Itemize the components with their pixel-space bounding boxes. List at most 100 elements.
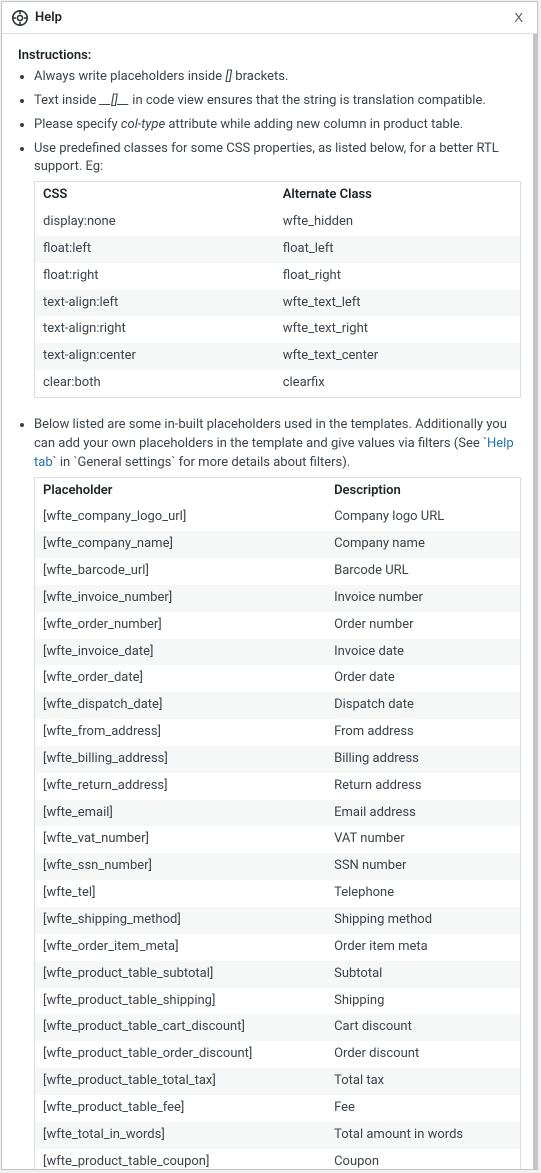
table-row: float:rightfloat_right <box>35 263 521 290</box>
alternate-class: wfte_hidden <box>275 209 521 236</box>
css-property: display:none <box>35 209 275 236</box>
instructions-list: Always write placeholders inside [] brac… <box>18 68 521 398</box>
placeholder-name: [wfte_barcode_url] <box>35 558 327 585</box>
table-row: [wfte_billing_address]Billing address <box>35 746 521 773</box>
placeholder-name: [wfte_shipping_method] <box>35 907 327 934</box>
placeholder-description: Return address <box>326 773 520 800</box>
placeholder-pattern: __[]__ <box>100 93 129 108</box>
placeholder-name: [wfte_order_date] <box>35 665 327 692</box>
table-row: [wfte_vat_number]VAT number <box>35 826 521 853</box>
placeholder-description: Telephone <box>326 880 520 907</box>
placeholder-description: Coupon <box>326 1149 520 1169</box>
table-row: [wfte_product_table_cart_discount]Cart d… <box>35 1014 521 1041</box>
placeholder-description: VAT number <box>326 826 520 853</box>
text: in code view ensures that the string is … <box>129 93 486 108</box>
placeholder-description: Invoice date <box>326 639 520 666</box>
placeholder-name: [wfte_dispatch_date] <box>35 692 327 719</box>
table-row: [wfte_company_name]Company name <box>35 531 521 558</box>
placeholder-name: [wfte_billing_address] <box>35 746 327 773</box>
placeholder-name: [wfte_email] <box>35 800 327 827</box>
placeholder-name: [wfte_tel] <box>35 880 327 907</box>
table-row: [wfte_product_table_shipping]Shipping <box>35 988 521 1015</box>
help-icon <box>12 10 28 26</box>
table-row: [wfte_order_date]Order date <box>35 665 521 692</box>
css-property: clear:both <box>35 370 275 397</box>
placeholder-name: [wfte_product_table_coupon] <box>35 1149 327 1169</box>
placeholder-description: Order number <box>326 612 520 639</box>
table-row: [wfte_company_logo_url]Company logo URL <box>35 504 521 531</box>
placeholder-name: [wfte_ssn_number] <box>35 853 327 880</box>
css-property: float:right <box>35 263 275 290</box>
alternate-class: wfte_text_left <box>275 290 521 317</box>
placeholder-description: From address <box>326 719 520 746</box>
css-classes-table: CSS Alternate Class display:nonewfte_hid… <box>34 181 521 398</box>
table-row: [wfte_order_number]Order number <box>35 612 521 639</box>
placeholder-description: Order date <box>326 665 520 692</box>
table-row: [wfte_product_table_fee]Fee <box>35 1095 521 1122</box>
table-row: [wfte_product_table_total_tax]Total tax <box>35 1068 521 1095</box>
placeholder-name: [wfte_product_table_order_discount] <box>35 1041 327 1068</box>
placeholder-description: Subtotal <box>326 961 520 988</box>
instruction-item: Please specify col-type attribute while … <box>34 116 521 135</box>
table-row: [wfte_ssn_number]SSN number <box>35 853 521 880</box>
table-row: [wfte_tel]Telephone <box>35 880 521 907</box>
placeholder-description: Shipping <box>326 988 520 1015</box>
table-row: [wfte_from_address]From address <box>35 719 521 746</box>
placeholder-description: Barcode URL <box>326 558 520 585</box>
table-row: [wfte_order_item_meta]Order item meta <box>35 934 521 961</box>
placeholder-description: Total amount in words <box>326 1122 520 1149</box>
table-row: text-align:rightwfte_text_right <box>35 316 521 343</box>
instruction-item: Use predefined classes for some CSS prop… <box>34 140 521 398</box>
alternate-class: clearfix <box>275 370 521 397</box>
css-property: float:left <box>35 236 275 263</box>
placeholder-description: Order item meta <box>326 934 520 961</box>
instructions-heading: Instructions: <box>18 48 521 63</box>
placeholder-name: [wfte_product_table_shipping] <box>35 988 327 1015</box>
placeholder-section: Below listed are some in-built placehold… <box>18 416 521 1169</box>
col-header-css: CSS <box>35 182 275 209</box>
table-row: [wfte_invoice_number]Invoice number <box>35 585 521 612</box>
placeholder-name: [wfte_product_table_cart_discount] <box>35 1014 327 1041</box>
table-row: text-align:centerwfte_text_center <box>35 343 521 370</box>
text: brackets. <box>232 69 288 84</box>
css-property: text-align:center <box>35 343 275 370</box>
placeholder-name: [wfte_company_logo_url] <box>35 504 327 531</box>
table-row: [wfte_email]Email address <box>35 800 521 827</box>
table-row: clear:bothclearfix <box>35 370 521 397</box>
placeholders-table: Placeholder Description [wfte_company_lo… <box>34 477 521 1170</box>
alternate-class: float_right <box>275 263 521 290</box>
placeholder-name: [wfte_order_number] <box>35 612 327 639</box>
text: Always write placeholders inside <box>34 69 225 84</box>
placeholder-name: [wfte_product_table_fee] <box>35 1095 327 1122</box>
placeholder-description: Dispatch date <box>326 692 520 719</box>
content-area: Instructions: Always write placeholders … <box>2 34 537 1169</box>
table-row: [wfte_dispatch_date]Dispatch date <box>35 692 521 719</box>
table-row: [wfte_product_table_subtotal]Subtotal <box>35 961 521 988</box>
table-row: [wfte_total_in_words]Total amount in wor… <box>35 1122 521 1149</box>
placeholder-name: [wfte_invoice_date] <box>35 639 327 666</box>
col-header-description: Description <box>326 477 520 504</box>
titlebar-left: Help <box>12 10 62 26</box>
table-row: [wfte_barcode_url]Barcode URL <box>35 558 521 585</box>
window-title: Help <box>35 10 62 25</box>
table-row: text-align:leftwfte_text_left <box>35 290 521 317</box>
alternate-class: wfte_text_right <box>275 316 521 343</box>
placeholder-name: [wfte_return_address] <box>35 773 327 800</box>
instruction-item: Always write placeholders inside [] brac… <box>34 68 521 87</box>
instruction-item: Below listed are some in-built placehold… <box>34 416 521 1169</box>
table-row: [wfte_product_table_order_discount]Order… <box>35 1041 521 1068</box>
placeholder-description: Total tax <box>326 1068 520 1095</box>
text: for more details about filters). <box>175 455 350 470</box>
text: Please specify <box>34 117 121 132</box>
text: in <box>57 455 74 470</box>
close-button[interactable]: X <box>510 8 527 27</box>
text: Use predefined classes for some CSS prop… <box>34 141 499 175</box>
placeholder-description: Cart discount <box>326 1014 520 1041</box>
placeholder-description: Company name <box>326 531 520 558</box>
placeholder-name: [wfte_from_address] <box>35 719 327 746</box>
alternate-class: float_left <box>275 236 521 263</box>
text: Below listed are some in-built placehold… <box>34 417 507 451</box>
placeholder-description: Email address <box>326 800 520 827</box>
instruction-item: Text inside __[]__ in code view ensures … <box>34 92 521 111</box>
text: Text inside <box>34 93 100 108</box>
